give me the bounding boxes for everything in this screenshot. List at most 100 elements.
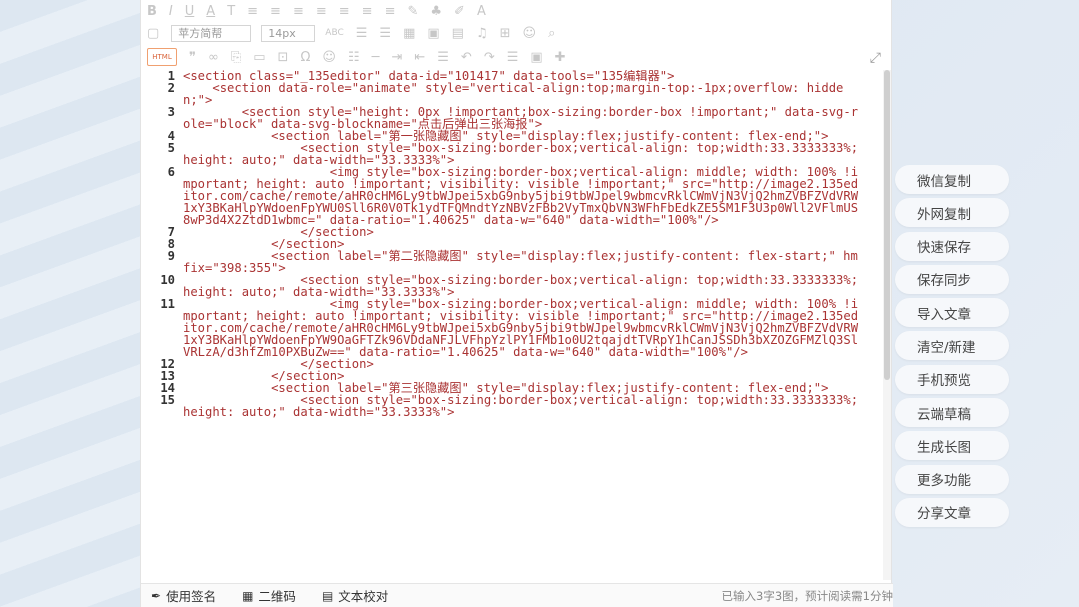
line-number: 7 [167, 225, 175, 239]
code-line: 6 <img style="box-sizing:border-box;vert… [141, 166, 881, 226]
code-text: <img style="box-sizing:border-box;vertic… [183, 297, 859, 359]
code-text: <section data-role="animate" style="vert… [183, 81, 844, 107]
rtl-icon[interactable]: ⇤ [414, 50, 425, 65]
side-button[interactable]: 生成长图 [895, 431, 1009, 461]
list-icon[interactable]: ☰ [356, 26, 368, 41]
proofread-button[interactable]: ▤ 文本校对 [322, 586, 388, 605]
scrollbar[interactable] [883, 70, 891, 580]
toolbar-row-3: HTML ❞ ∞ ⎘ ▭ ⊡ Ω ☺ ☷ ─ ⇥ ⇤ ☰ ↶ ↷ ☰ ▣ ✚ [141, 46, 891, 68]
table-icon[interactable]: ▦ [403, 26, 415, 41]
font-size-select[interactable]: 14px [261, 24, 316, 42]
doc-icon[interactable]: ▢ [147, 26, 159, 41]
italic-button[interactable]: I [169, 4, 173, 19]
outdent-button[interactable]: ≡ [385, 4, 396, 19]
copy-format-icon[interactable]: ⎘ [231, 50, 241, 65]
signature-label: 使用签名 [166, 589, 217, 604]
font-family-select[interactable]: 苹方简帮 [171, 24, 252, 42]
line-number: 15 [160, 393, 175, 407]
document-icon: ▤ [321, 588, 334, 603]
underline-button[interactable]: U [185, 4, 195, 19]
box-icon[interactable]: ⊡ [278, 50, 289, 65]
code-area[interactable]: 1 <section class="_135editor" data-id="10… [141, 70, 881, 582]
code-line: 2 <section data-role="animate" style="ve… [141, 82, 881, 106]
side-button[interactable]: 保存同步 [895, 264, 1009, 294]
code-line: 11 <img style="box-sizing:border-box;ver… [141, 298, 881, 358]
add-icon[interactable]: ✚ [555, 50, 566, 65]
code-line: 3 <section style="height: 0px !important… [141, 106, 881, 130]
code-text: <section style="box-sizing:border-box;ve… [183, 141, 859, 167]
link-icon[interactable]: ⊞ [500, 26, 511, 41]
toolbar-row-2: ▢ 苹方简帮 14px ABC ☰ ☰ ▦ ▣ ▤ ♫ ⊞ ☺ ⌕ [141, 22, 891, 44]
brush-icon[interactable]: ✐ [454, 4, 465, 19]
music-icon[interactable]: ♫ [476, 26, 488, 41]
font-color-button[interactable]: A [206, 4, 215, 19]
align-icon[interactable]: ☰ [507, 50, 519, 65]
line-number: 8 [167, 237, 175, 251]
align-justify-button[interactable]: ≡ [316, 4, 327, 19]
format-icon[interactable]: ♣ [430, 4, 442, 19]
line-number: 6 [167, 165, 175, 179]
line-number: 2 [167, 81, 175, 95]
signature-button[interactable]: ✒ 使用签名 [151, 586, 216, 605]
side-button[interactable]: 云端草稿 [895, 398, 1009, 428]
side-button[interactable]: 导入文章 [895, 298, 1009, 328]
emoji-icon[interactable]: ☺ [523, 26, 537, 41]
search-icon[interactable]: ⌕ [548, 26, 555, 41]
pen-icon: ✒ [151, 588, 162, 603]
image-icon[interactable]: ▣ [427, 26, 439, 41]
code-line: 5 <section style="box-sizing:border-box;… [141, 142, 881, 166]
bg-color-button[interactable]: T [227, 4, 235, 19]
qrcode-button[interactable]: ▦ 二维码 [242, 586, 296, 605]
indent-list-icon[interactable]: ☰ [437, 50, 449, 65]
align-left-button[interactable]: ≡ [247, 4, 258, 19]
omega-icon[interactable]: Ω [300, 50, 310, 65]
side-button[interactable]: 更多功能 [895, 464, 1009, 494]
undo-icon[interactable]: ↶ [461, 50, 472, 65]
code-text: <section label="第二张隐藏图" style="display:f… [183, 249, 866, 275]
code-text: <section style="box-sizing:border-box;ve… [183, 273, 859, 299]
line-number: 11 [160, 297, 175, 311]
line-number: 5 [167, 141, 175, 155]
side-button[interactable]: 外网复制 [895, 198, 1009, 228]
side-button[interactable]: 清空/新建 [895, 331, 1009, 361]
side-button[interactable]: 分享文章 [895, 497, 1009, 527]
link-chain-icon[interactable]: ∞ [208, 50, 219, 65]
proofread-label: 文本校对 [338, 589, 389, 604]
status-bar: ✒ 使用签名 ▦ 二维码 ▤ 文本校对 已输入3字3图，预计阅读需1分钟 [141, 583, 893, 607]
smiley-icon[interactable]: ☺ [322, 50, 336, 65]
align-center-button[interactable]: ≡ [270, 4, 281, 19]
code-text: <section style="height: 0px !important;b… [183, 105, 859, 131]
side-button[interactable]: 手机预览 [895, 364, 1009, 394]
pen-icon[interactable]: ✎ [407, 4, 418, 19]
bold-button[interactable]: B [147, 4, 157, 19]
bullet-list-icon[interactable]: ☷ [348, 50, 360, 65]
clear-format-icon[interactable]: ▭ [253, 50, 265, 65]
code-line: 9 <section label="第二张隐藏图" style="display… [141, 250, 881, 274]
line-spacing-button[interactable]: ≡ [339, 4, 350, 19]
expand-icon[interactable]: ⤢ [870, 50, 881, 66]
ltr-icon[interactable]: ⇥ [391, 50, 402, 65]
code-editor: B I U A T ≡ ≡ ≡ ≡ ≡ ≡ ≡ ✎ ♣ ✐ A ▢ 苹方简帮 1… [140, 0, 893, 607]
code-text: <section style="box-sizing:border-box;ve… [183, 393, 859, 419]
background-left [0, 0, 140, 607]
quote-icon[interactable]: ❞ [189, 50, 196, 65]
html-mode-button[interactable]: HTML [147, 48, 177, 66]
code-line: 10 <section style="box-sizing:border-box… [141, 274, 881, 298]
text-style-button[interactable]: A [477, 4, 486, 19]
line-number: 3 [167, 105, 175, 119]
list-ordered-icon[interactable]: ☰ [379, 26, 391, 41]
video-icon[interactable]: ▤ [452, 26, 464, 41]
preview-icon[interactable]: ▣ [530, 50, 542, 65]
side-button[interactable]: 快速保存 [895, 231, 1009, 261]
line-number: 1 [167, 70, 175, 83]
indent-button[interactable]: ≡ [362, 4, 373, 19]
spellcheck-button[interactable]: ABC [325, 28, 343, 38]
side-button[interactable]: 微信复制 [895, 165, 1009, 194]
code-line: 15 <section style="box-sizing:border-box… [141, 394, 881, 418]
divider-icon[interactable]: ─ [372, 50, 380, 65]
redo-icon[interactable]: ↷ [484, 50, 495, 65]
line-number: 10 [160, 273, 175, 287]
scrollbar-thumb[interactable] [884, 70, 890, 380]
qrcode-icon: ▦ [242, 588, 254, 603]
align-right-button[interactable]: ≡ [293, 4, 304, 19]
